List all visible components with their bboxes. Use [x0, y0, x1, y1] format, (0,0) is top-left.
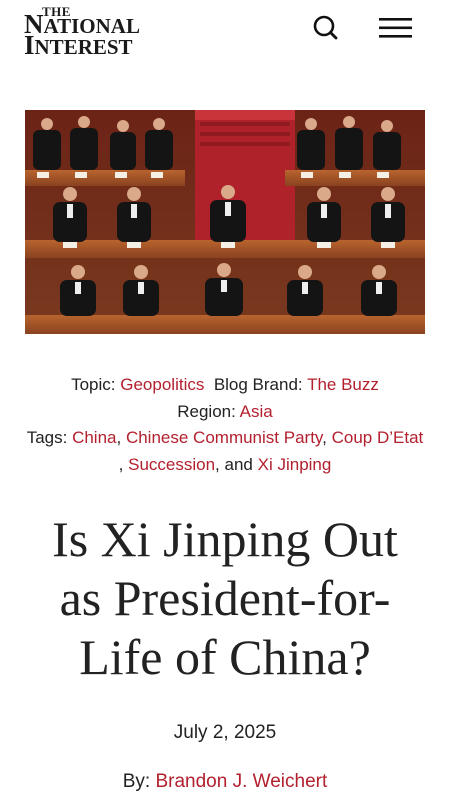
tag-link-coup[interactable]: Coup D’Etat: [332, 428, 424, 447]
article-title: Is Xi Jinping Out as President-for- Life…: [20, 510, 430, 687]
search-button[interactable]: [312, 14, 340, 42]
meta-row-topic-brand: Topic: Geopolitics Blog Brand: The Buzz: [0, 372, 450, 399]
byline-label: By:: [122, 771, 151, 792]
tag-separator: ,: [215, 454, 220, 474]
hamburger-menu-icon: [379, 18, 412, 38]
article-meta: Topic: Geopolitics Blog Brand: The Buzz …: [0, 372, 450, 478]
logo-i-initial: I: [24, 30, 35, 60]
tag-link-succession[interactable]: Succession: [128, 455, 215, 474]
region-link[interactable]: Asia: [240, 402, 273, 421]
author-link[interactable]: Brandon J. Weichert: [155, 771, 327, 792]
article-byline: By: Brandon J. Weichert: [0, 771, 450, 793]
logo-interest-rest: NTEREST: [34, 35, 133, 59]
meta-row-tags-2: , Succession, and Xi Jinping: [0, 452, 450, 479]
topic-link[interactable]: Geopolitics: [120, 375, 204, 394]
tags-label: Tags:: [26, 428, 68, 447]
tag-separator: ,: [322, 428, 327, 447]
search-icon: [313, 15, 338, 40]
hero-photo-illustration: [25, 110, 425, 334]
article-hero-image: [25, 110, 425, 334]
menu-button[interactable]: [378, 16, 414, 40]
tag-separator: ,: [116, 428, 122, 447]
tag-separator: ,: [118, 454, 124, 474]
logo-line-interest: INTEREST: [24, 32, 133, 59]
tags-and-word: and: [224, 454, 253, 474]
title-line-3: Life of China?: [79, 629, 371, 685]
blog-brand-link[interactable]: The Buzz: [307, 375, 379, 394]
region-label: Region:: [177, 401, 236, 421]
blog-brand-label: Blog Brand:: [213, 375, 303, 394]
title-line-2: as President-for-: [59, 570, 391, 626]
meta-row-tags-1: Tags: China, Chinese Communist Party, Co…: [0, 425, 450, 452]
tag-link-xi-jinping[interactable]: Xi Jinping: [258, 455, 332, 474]
meta-row-region: Region: Asia: [0, 399, 450, 426]
site-header: THE NATIONAL INTEREST: [0, 0, 450, 64]
article-date: July 2, 2025: [173, 722, 277, 743]
title-line-1: Is Xi Jinping Out: [52, 511, 398, 567]
site-logo[interactable]: THE NATIONAL INTEREST: [24, 4, 142, 59]
tag-link-china[interactable]: China: [72, 428, 116, 447]
topic-label: Topic:: [71, 375, 116, 394]
tag-link-ccp[interactable]: Chinese Communist Party: [126, 428, 322, 447]
